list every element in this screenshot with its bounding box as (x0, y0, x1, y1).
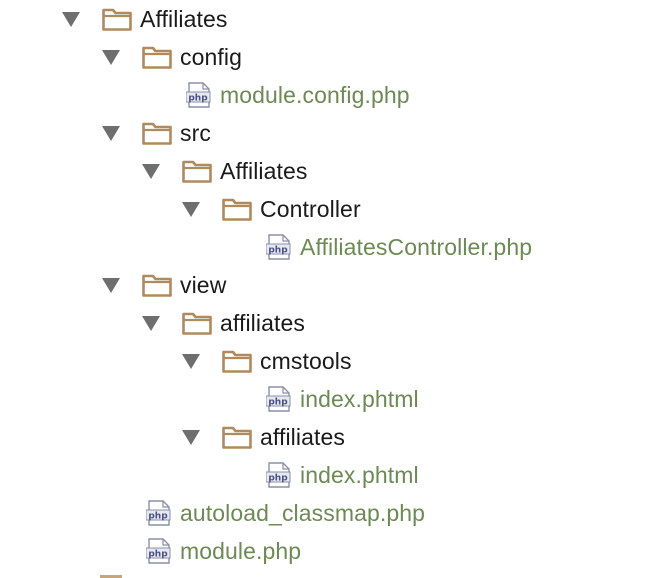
expand-arrow-icon[interactable] (182, 354, 200, 369)
svg-text:php: php (148, 512, 168, 522)
folder-name: config (180, 44, 242, 70)
svg-text:php: php (188, 94, 208, 104)
file-name: index.phtml (300, 386, 419, 412)
expand-arrow-icon[interactable] (102, 50, 120, 65)
php-file-icon: php (265, 234, 292, 260)
folder-icon (222, 349, 252, 373)
folder-icon (182, 159, 212, 183)
tree-file-row[interactable]: php AffiliatesController.php (0, 230, 658, 264)
expand-arrow-icon[interactable] (102, 278, 120, 293)
tree-file-row[interactable]: php index.phtml (0, 458, 658, 492)
svg-text:php: php (268, 398, 288, 408)
file-name: index.phtml (300, 462, 419, 488)
tree-folder-row[interactable]: Affiliates (0, 2, 658, 36)
expand-arrow-icon[interactable] (142, 316, 160, 331)
tree-folder-row[interactable]: view (0, 268, 658, 302)
tree-folder-row[interactable]: Affiliates (0, 154, 658, 188)
tree-folder-row[interactable]: config (0, 40, 658, 74)
folder-icon (182, 311, 212, 335)
file-name: autoload_classmap.php (180, 500, 426, 526)
expand-arrow-icon[interactable] (62, 12, 80, 27)
folder-icon (142, 273, 172, 297)
php-file-icon: php (145, 500, 172, 526)
tree-file-row[interactable]: php autoload_classmap.php (0, 496, 658, 530)
tree-file-row[interactable]: php module.php (0, 534, 658, 568)
folder-name: Affiliates (140, 6, 228, 32)
tree-folder-row[interactable]: Controller (0, 192, 658, 226)
project-file-tree: Affiliates config php module.config.php src A… (0, 0, 658, 578)
svg-text:php: php (268, 474, 288, 484)
tree-folder-row[interactable]: src (0, 116, 658, 150)
folder-name: affiliates (220, 310, 305, 336)
php-file-icon: php (265, 386, 292, 412)
expand-arrow-icon[interactable] (102, 126, 120, 141)
folder-name: view (180, 272, 227, 298)
folder-name: src (180, 120, 211, 146)
file-name: AffiliatesController.php (300, 234, 533, 260)
folder-name: cmstools (260, 348, 352, 374)
folder-name: affiliates (260, 424, 345, 450)
folder-name: Controller (260, 196, 361, 222)
expand-arrow-icon[interactable] (182, 430, 200, 445)
php-file-icon: php (265, 462, 292, 488)
folder-icon (222, 197, 252, 221)
tree-folder-row[interactable]: cmstools (0, 344, 658, 378)
tree-file-row[interactable]: php module.config.php (0, 78, 658, 112)
tree-folder-row[interactable]: affiliates (0, 306, 658, 340)
expand-arrow-icon[interactable] (182, 202, 200, 217)
folder-icon (142, 121, 172, 145)
folder-name: Affiliates (220, 158, 308, 184)
svg-text:php: php (268, 246, 288, 256)
folder-icon (222, 425, 252, 449)
folder-icon (142, 45, 172, 69)
file-name: module.config.php (220, 82, 410, 108)
file-name: module.php (180, 538, 302, 564)
svg-text:php: php (148, 550, 168, 560)
folder-icon (102, 7, 132, 31)
expand-arrow-icon[interactable] (142, 164, 160, 179)
php-file-icon: php (145, 538, 172, 564)
tree-file-row[interactable]: php index.phtml (0, 382, 658, 416)
php-file-icon: php (185, 82, 212, 108)
tree-folder-row[interactable]: affiliates (0, 420, 658, 454)
